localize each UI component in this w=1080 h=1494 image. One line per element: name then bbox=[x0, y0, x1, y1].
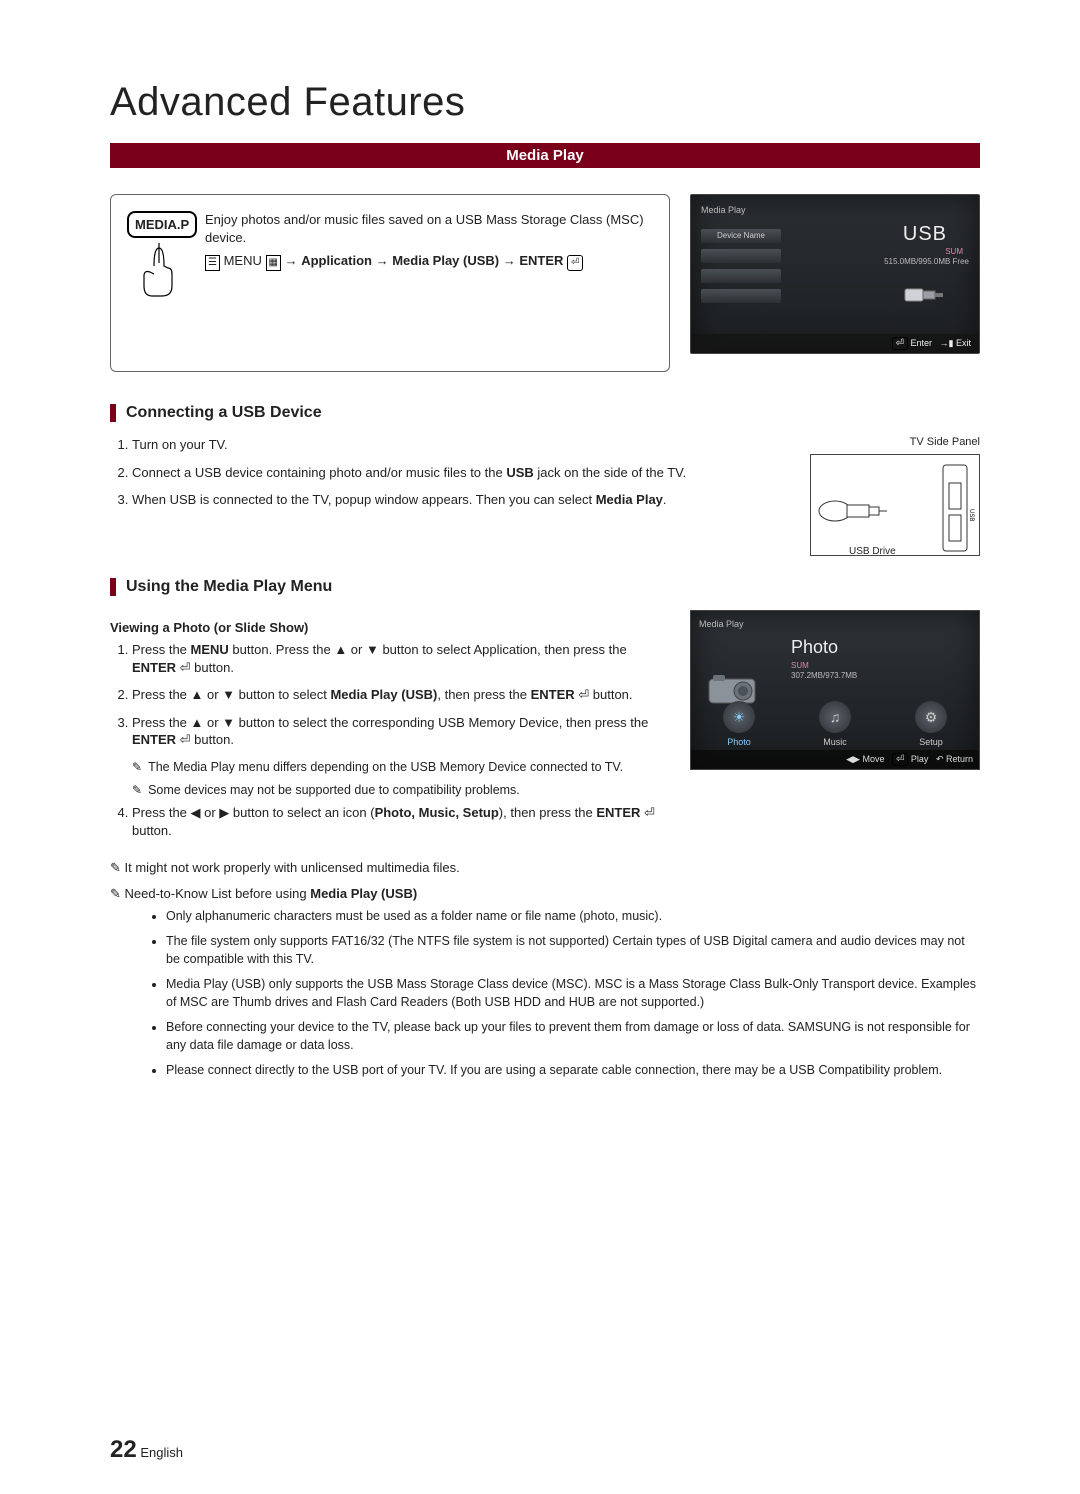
tv1-slot-empty bbox=[701, 269, 781, 283]
music-icon: ♫ bbox=[819, 701, 851, 733]
menu-path-app: Application bbox=[301, 253, 372, 268]
tv1-exit-label: Exit bbox=[956, 338, 971, 348]
tv2-size: 307.2MB/973.7MB bbox=[791, 671, 857, 680]
bullet-1: Only alphanumeric characters must be use… bbox=[166, 908, 980, 926]
tv2-photo-tab[interactable]: ☀ Photo bbox=[709, 701, 769, 747]
tv1-header: Media Play bbox=[701, 205, 969, 215]
svg-text:USB: USB bbox=[968, 509, 974, 521]
menu-button-icon: ☰ bbox=[205, 255, 220, 271]
side-panel-label: TV Side Panel bbox=[810, 436, 980, 448]
bullet-2: The file system only supports FAT16/32 (… bbox=[166, 933, 980, 968]
using-step-3: Press the ▲ or ▼ button to select the co… bbox=[132, 714, 666, 749]
intro-description: Enjoy photos and/or music files saved on… bbox=[205, 211, 653, 246]
using-step-2: Press the ▲ or ▼ button to select Media … bbox=[132, 686, 666, 704]
tv-preview-usb: Media Play Device Name USB SUM 515.0MB/9… bbox=[690, 194, 980, 354]
media-p-key: MEDIA.P bbox=[127, 211, 197, 238]
menu-path: ☰ MENU ▦ → Application → Media Play (USB… bbox=[205, 252, 653, 271]
menu-path-mediaplay: Media Play (USB) bbox=[392, 253, 499, 268]
page-title: Advanced Features bbox=[110, 80, 980, 125]
bullet-5: Please connect directly to the USB port … bbox=[166, 1062, 980, 1080]
using-step-4: Press the ◀ or ▶ button to select an ico… bbox=[132, 804, 666, 839]
note-unlicensed: It might not work properly with unlicens… bbox=[110, 860, 980, 876]
using-steps-cont: Press the ◀ or ▶ button to select an ico… bbox=[110, 804, 666, 839]
subtitle-viewing-photo: Viewing a Photo (or Slide Show) bbox=[110, 620, 666, 635]
tv-side-panel-figure: TV Side Panel USB USB Drive bbox=[810, 436, 980, 556]
remote-button-illustration: MEDIA.P bbox=[127, 211, 191, 331]
note-need-to-know-bold: Media Play (USB) bbox=[310, 886, 417, 901]
tv2-setup-tab[interactable]: ⚙ Setup bbox=[901, 701, 961, 747]
tv1-slot-empty bbox=[701, 249, 781, 263]
using-step-1: Press the MENU button. Press the ▲ or ▼ … bbox=[132, 641, 666, 676]
tv2-music-label: Music bbox=[823, 737, 847, 747]
gear-icon: ⚙ bbox=[915, 701, 947, 733]
enter-icon: ⏎ bbox=[567, 255, 583, 271]
tv2-move-label: Move bbox=[862, 754, 884, 764]
connect-steps: Turn on your TV. Connect a USB device co… bbox=[110, 436, 786, 509]
need-to-know-list: Only alphanumeric characters must be use… bbox=[126, 908, 980, 1080]
tv1-bottom-bar: ⏎ Enter →▮ Exit bbox=[691, 334, 979, 353]
tv1-usb-label: USB bbox=[903, 223, 947, 246]
connect-step-2: Connect a USB device containing photo an… bbox=[132, 464, 786, 482]
hand-icon bbox=[134, 238, 184, 298]
using-steps: Press the MENU button. Press the ▲ or ▼ … bbox=[110, 641, 666, 749]
page-number: 22 English bbox=[110, 1436, 183, 1464]
heading-using-media-play: Using the Media Play Menu bbox=[110, 578, 980, 596]
tv2-header: Media Play bbox=[699, 619, 971, 629]
section-bar: Media Play bbox=[110, 143, 980, 168]
page-language: English bbox=[140, 1445, 183, 1460]
enter-icon: ⏎ bbox=[892, 753, 908, 766]
tv2-return-label: Return bbox=[946, 754, 973, 764]
tv1-sum: SUM bbox=[945, 247, 963, 256]
page-number-value: 22 bbox=[110, 1436, 137, 1463]
note-need-to-know: Need-to-Know List before using Media Pla… bbox=[110, 886, 980, 902]
tv1-enter-label: Enter bbox=[911, 338, 933, 348]
connect-step-3: When USB is connected to the TV, popup w… bbox=[132, 491, 786, 509]
enter-icon: ⏎ bbox=[892, 337, 908, 350]
usb-plug-icon bbox=[899, 275, 949, 315]
tv1-free: 515.0MB/995.0MB Free bbox=[884, 257, 969, 266]
photo-icon: ☀ bbox=[723, 701, 755, 733]
tv1-slot-empty bbox=[701, 289, 781, 303]
note-need-to-know-prefix: Need-to-Know List before using bbox=[125, 886, 307, 901]
tv2-setup-label: Setup bbox=[919, 737, 943, 747]
usb-drive-icon bbox=[817, 491, 887, 531]
intro-panel: MEDIA.P Enjoy photos and/or music files … bbox=[110, 194, 670, 372]
menu-grid-icon: ▦ bbox=[266, 255, 281, 271]
tv2-title: Photo bbox=[791, 637, 838, 658]
tv2-bottom-bar: ◀▶ Move ⏎ Play ↶ Return bbox=[691, 750, 979, 769]
tv-preview-photo: Media Play Photo SUM 307.2MB/973.7MB ☀ P… bbox=[690, 610, 980, 770]
tv2-play-label: Play bbox=[911, 754, 929, 764]
tv1-slot-device-name: Device Name bbox=[701, 229, 781, 243]
using-note-2: Some devices may not be supported due to… bbox=[132, 782, 666, 799]
bullet-3: Media Play (USB) only supports the USB M… bbox=[166, 976, 980, 1011]
tv2-photo-label: Photo bbox=[727, 737, 751, 747]
connect-step-1: Turn on your TV. bbox=[132, 436, 786, 454]
heading-connecting-usb: Connecting a USB Device bbox=[110, 404, 980, 422]
using-note-1: The Media Play menu differs depending on… bbox=[132, 759, 666, 776]
menu-path-enter: ENTER bbox=[519, 253, 563, 268]
tv2-music-tab[interactable]: ♫ Music bbox=[805, 701, 865, 747]
bullet-4: Before connecting your device to the TV,… bbox=[166, 1019, 980, 1054]
tv2-sum: SUM bbox=[791, 661, 809, 670]
menu-path-menu: MENU bbox=[224, 253, 262, 268]
usb-port-icon: USB bbox=[935, 463, 975, 553]
usb-drive-label: USB Drive bbox=[849, 546, 896, 557]
